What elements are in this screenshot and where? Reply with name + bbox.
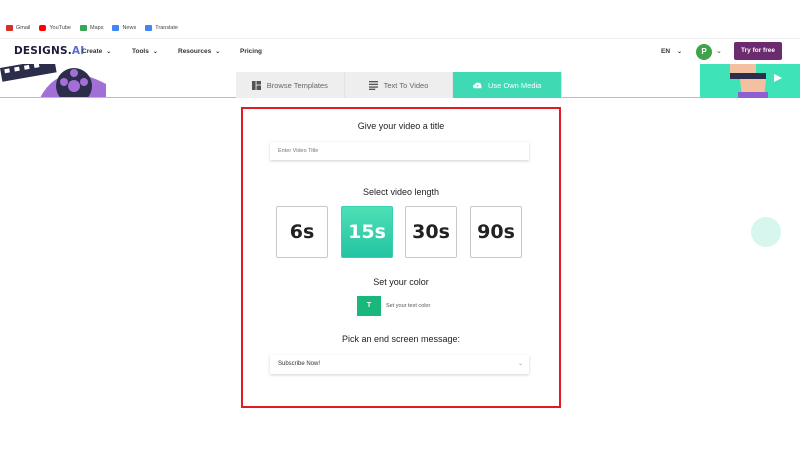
- text-color-button[interactable]: T: [357, 296, 381, 316]
- tab-label: Browse Templates: [266, 80, 328, 90]
- bookmark-label: News: [122, 25, 137, 31]
- logo-text: DESIGNS.: [14, 45, 72, 57]
- chevron-down-icon: ⌄: [677, 49, 683, 55]
- floating-action-button[interactable]: [751, 217, 781, 247]
- chevron-down-icon: ⌄: [215, 49, 221, 55]
- video-setup-form: Give your video a title Select video len…: [241, 107, 561, 408]
- bookmark-label: Translate: [155, 25, 178, 31]
- bookmark-news[interactable]: News: [112, 25, 136, 31]
- avatar[interactable]: P: [696, 44, 712, 60]
- length-option-90s[interactable]: 90s: [470, 206, 522, 258]
- maps-icon: [80, 25, 87, 31]
- person-illustration-icon: [700, 64, 800, 98]
- text-color-label: Set your text color: [386, 303, 431, 309]
- length-option-6s[interactable]: 6s: [276, 206, 328, 258]
- language-selector[interactable]: EN ⌄: [661, 48, 682, 55]
- gmail-icon: [6, 25, 13, 31]
- tab-browse-templates[interactable]: Browse Templates: [236, 72, 345, 98]
- nav-tools[interactable]: Tools ⌄: [132, 48, 158, 55]
- logo[interactable]: DESIGNS.AI: [14, 45, 84, 57]
- title-heading: Give your video a title: [357, 121, 445, 131]
- color-heading: Set your color: [373, 277, 429, 287]
- chevron-down-icon[interactable]: ⌄: [716, 47, 722, 55]
- end-screen-heading: Pick an end screen message:: [341, 334, 461, 344]
- bookmark-translate[interactable]: Translate: [145, 25, 178, 31]
- length-option-30s[interactable]: 30s: [405, 206, 457, 258]
- tab-use-own-media[interactable]: Use Own Media: [453, 72, 563, 98]
- end-screen-select[interactable]: Subscribe Now! ⌄: [270, 355, 529, 374]
- end-screen-value: Subscribe Now!: [278, 361, 321, 367]
- chevron-down-icon: ⌄: [106, 49, 112, 55]
- tab-label: Use Own Media: [488, 80, 542, 90]
- tab-text-to-video[interactable]: Text To Video: [344, 72, 454, 98]
- tab-label: Text To Video: [383, 80, 429, 90]
- nav-label: Pricing: [240, 48, 263, 55]
- nav-pricing[interactable]: Pricing: [240, 48, 262, 55]
- chevron-down-icon: ⌄: [517, 361, 523, 367]
- news-icon: [112, 25, 120, 31]
- length-heading: Select video length: [362, 187, 440, 197]
- nav-resources[interactable]: Resources ⌄: [178, 48, 220, 55]
- bookmarks-bar: Gmail YouTube Maps News Translate: [0, 0, 800, 38]
- chevron-down-icon: ⌄: [152, 49, 158, 55]
- mode-tabs: Browse Templates Text To Video Use Own M…: [236, 72, 563, 98]
- nav-label: Create: [82, 48, 103, 55]
- youtube-icon: [39, 25, 47, 31]
- text-lines-icon: [368, 80, 378, 90]
- film-illustration: [0, 64, 106, 98]
- person-illustration: [700, 64, 800, 98]
- bookmark-label: YouTube: [49, 25, 71, 31]
- top-nav: DESIGNS.AI Create ⌄ Tools ⌄ Resources ⌄ Pri…: [0, 38, 800, 64]
- bookmark-gmail[interactable]: Gmail: [6, 25, 30, 31]
- length-option-15s[interactable]: 15s: [341, 206, 393, 258]
- film-reel-icon: [0, 64, 106, 98]
- nav-label: Resources: [178, 48, 212, 55]
- bookmark-maps[interactable]: Maps: [80, 25, 103, 31]
- bookmark-label: Maps: [90, 25, 104, 31]
- video-title-input[interactable]: [270, 142, 529, 160]
- bookmark-label: Gmail: [16, 25, 31, 31]
- bookmark-youtube[interactable]: YouTube: [39, 25, 71, 31]
- try-free-button[interactable]: Try for free: [734, 42, 782, 60]
- cloud-upload-icon: [473, 82, 482, 88]
- translate-icon: [145, 25, 153, 31]
- language-label: EN: [661, 48, 671, 55]
- nav-create[interactable]: Create ⌄: [82, 48, 111, 55]
- template-grid-icon: [251, 80, 261, 90]
- nav-label: Tools: [132, 48, 149, 55]
